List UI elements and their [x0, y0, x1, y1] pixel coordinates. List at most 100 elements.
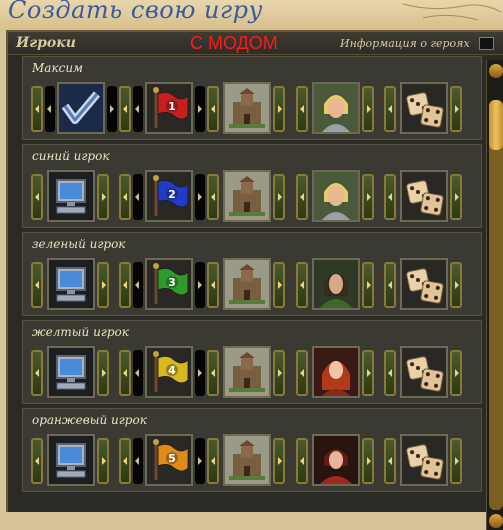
controller-slot-prev-button[interactable] [31, 438, 43, 484]
hero-slot-prev-button[interactable] [296, 86, 308, 132]
bonus-slot[interactable] [400, 258, 448, 310]
scroll-track[interactable] [489, 100, 503, 510]
flag-slot-prev-button[interactable] [119, 438, 131, 484]
bonus-slot-prev-button[interactable] [384, 86, 396, 132]
flag-slot-inner-prev-button[interactable] [133, 438, 143, 484]
hero-slot[interactable] [312, 170, 360, 222]
controller-slot-inner-prev-button[interactable] [45, 86, 55, 132]
players-panel-header: Игроки С МОДОМ Информация о героях [8, 32, 503, 55]
flag-slot-inner-prev-button[interactable] [133, 174, 143, 220]
flag-slot-inner-next-button[interactable] [195, 262, 205, 308]
flag-slot-inner-prev-button[interactable] [133, 350, 143, 396]
hero-slot-prev-button[interactable] [296, 350, 308, 396]
bonus-slot-next-button[interactable] [450, 174, 462, 220]
player-row: оранжевый игрок 5 [22, 408, 482, 492]
flag-icon: 5 [147, 436, 191, 484]
flag-slot-inner-next-button[interactable] [195, 174, 205, 220]
hero-slot-next-button[interactable] [362, 86, 374, 132]
scroll-up-button[interactable] [489, 64, 503, 78]
town-slot[interactable] [223, 170, 271, 222]
computer-monitor-icon [49, 436, 93, 484]
flag-slot-prev-button[interactable] [119, 350, 131, 396]
flag-slot-inner-prev-button[interactable] [133, 262, 143, 308]
town-slot-prev-button[interactable] [207, 350, 219, 396]
flag-slot-prev-button[interactable] [119, 174, 131, 220]
bonus-slot-prev-button[interactable] [384, 262, 396, 308]
flag-number: 1 [168, 100, 176, 113]
town-slot-next-button[interactable] [273, 86, 285, 132]
flag-slot-inner-next-button[interactable] [195, 438, 205, 484]
town-slot-next-button[interactable] [273, 262, 285, 308]
scroll-down-button[interactable] [489, 514, 503, 528]
bonus-slot-prev-button[interactable] [384, 438, 396, 484]
controller-slot[interactable] [47, 434, 95, 486]
bonus-slot[interactable] [400, 170, 448, 222]
scrollbar[interactable] [486, 60, 503, 530]
bonus-slot-next-button[interactable] [450, 86, 462, 132]
player-row: синий игрок 2 [22, 144, 482, 228]
scroll-thumb[interactable] [489, 100, 503, 150]
controller-slot[interactable] [47, 258, 95, 310]
castle-town-icon [225, 436, 269, 484]
flag-slot-inner-next-button[interactable] [195, 86, 205, 132]
controller-slot-next-button[interactable] [97, 438, 109, 484]
town-slot[interactable] [223, 346, 271, 398]
controller-slot-inner-next-button[interactable] [107, 86, 117, 132]
town-slot-prev-button[interactable] [207, 438, 219, 484]
hero-slot[interactable] [312, 346, 360, 398]
bonus-slot-prev-button[interactable] [384, 174, 396, 220]
controller-slot-next-button[interactable] [97, 174, 109, 220]
player-row: желтый игрок 4 [22, 320, 482, 404]
hero-slot[interactable] [312, 82, 360, 134]
flag-slot[interactable]: 3 [145, 258, 193, 310]
hero-info-checkbox[interactable] [479, 37, 494, 50]
town-slot-next-button[interactable] [273, 350, 285, 396]
hero-slot-prev-button[interactable] [296, 438, 308, 484]
flag-slot-inner-next-button[interactable] [195, 350, 205, 396]
town-slot-prev-button[interactable] [207, 174, 219, 220]
red-haired-heroine-portrait-icon [314, 348, 358, 396]
hero-slot-prev-button[interactable] [296, 262, 308, 308]
town-slot-next-button[interactable] [273, 174, 285, 220]
castle-town-icon [225, 172, 269, 220]
controller-slot-prev-button[interactable] [31, 262, 43, 308]
town-slot[interactable] [223, 82, 271, 134]
town-slot[interactable] [223, 434, 271, 486]
controller-slot-prev-button[interactable] [31, 86, 43, 132]
bonus-slot-next-button[interactable] [450, 438, 462, 484]
flag-slot-inner-prev-button[interactable] [133, 86, 143, 132]
bonus-slot-next-button[interactable] [450, 262, 462, 308]
flag-number: 4 [168, 364, 176, 377]
bonus-slot[interactable] [400, 434, 448, 486]
hero-slot-next-button[interactable] [362, 350, 374, 396]
controller-slot-next-button[interactable] [97, 262, 109, 308]
bonus-slot[interactable] [400, 82, 448, 134]
town-slot-prev-button[interactable] [207, 262, 219, 308]
hero-slot-next-button[interactable] [362, 438, 374, 484]
controller-slot[interactable] [47, 346, 95, 398]
flag-slot[interactable]: 5 [145, 434, 193, 486]
bonus-slot-prev-button[interactable] [384, 350, 396, 396]
controller-slot[interactable] [47, 170, 95, 222]
flag-slot[interactable]: 1 [145, 82, 193, 134]
hero-slot-prev-button[interactable] [296, 174, 308, 220]
controller-slot-prev-button[interactable] [31, 174, 43, 220]
hero-info-label: Информация о героях [340, 37, 470, 50]
hero-slot[interactable] [312, 258, 360, 310]
controller-slot-next-button[interactable] [97, 350, 109, 396]
controller-slot[interactable] [57, 82, 105, 134]
hero-slot-next-button[interactable] [362, 174, 374, 220]
flag-slot-prev-button[interactable] [119, 262, 131, 308]
town-slot-prev-button[interactable] [207, 86, 219, 132]
bonus-slot-next-button[interactable] [450, 350, 462, 396]
hero-slot[interactable] [312, 434, 360, 486]
bonus-slot[interactable] [400, 346, 448, 398]
controller-slot-prev-button[interactable] [31, 350, 43, 396]
flag-slot[interactable]: 4 [145, 346, 193, 398]
town-slot-next-button[interactable] [273, 438, 285, 484]
random-dice-icon [402, 436, 446, 484]
flag-slot[interactable]: 2 [145, 170, 193, 222]
town-slot[interactable] [223, 258, 271, 310]
hero-slot-next-button[interactable] [362, 262, 374, 308]
flag-slot-prev-button[interactable] [119, 86, 131, 132]
